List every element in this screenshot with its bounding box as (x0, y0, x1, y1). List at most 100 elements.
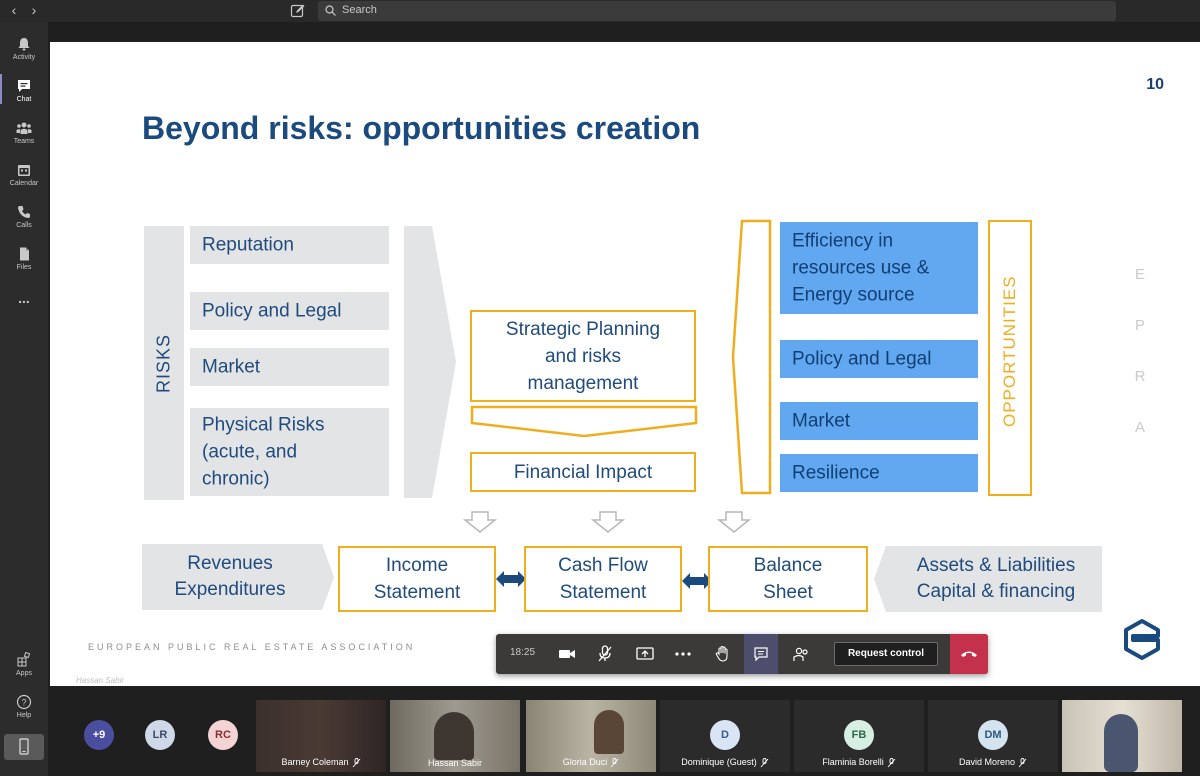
participant-tile-gloria[interactable]: Gloria Duci (526, 700, 656, 772)
rail-help[interactable]: ? Help (0, 694, 48, 719)
cash-line: Statement (559, 582, 647, 603)
participant-name: Barney Coleman (256, 757, 386, 768)
share-screen-icon (636, 647, 654, 660)
risk-physical-line: Physical Risks (202, 414, 325, 436)
risk-market: Market (190, 348, 389, 386)
participants-strip: +9 LR RC Barney Coleman Hassan Sabir Glo… (48, 696, 1200, 776)
svg-text:?: ? (21, 698, 26, 708)
assets-line: Assets & Liabilities (916, 555, 1076, 576)
rail-chat[interactable]: Chat (0, 74, 48, 104)
chat-button[interactable] (744, 634, 778, 674)
avatar[interactable]: RC (208, 720, 238, 750)
participants-button[interactable] (786, 634, 816, 674)
overflow-participants-button[interactable]: +9 (84, 720, 114, 750)
request-control-button[interactable]: Request control (834, 642, 938, 666)
participants-icon (793, 647, 808, 661)
balance-line: Sheet (763, 582, 813, 603)
participant-tile-flaminia[interactable]: FB Flaminia Borelli (794, 700, 924, 772)
risk-physical: Physical Risks (acute, and chronic) (190, 408, 389, 496)
participant-silhouette (1104, 714, 1138, 772)
search-icon (325, 5, 336, 16)
bell-icon (18, 38, 30, 51)
participant-tile-david[interactable]: DM David Moreno (928, 700, 1058, 772)
rail-chat-label: Chat (16, 96, 32, 103)
participant-silhouette (594, 710, 624, 754)
risk-physical-line: (acute, and (202, 441, 298, 463)
epra-letter: P (1134, 317, 1145, 334)
participant-name: Hassan Sabir (390, 758, 520, 768)
rail-files-label: Files (16, 264, 32, 271)
chat-icon (18, 80, 30, 92)
microphone-muted-icon (598, 645, 612, 662)
avatar: DM (978, 720, 1008, 750)
rail-calendar[interactable]: Calendar (0, 162, 48, 187)
opportunity-efficiency: Efficiency in resources use & Energy sou… (780, 222, 978, 314)
mobile-device-icon (19, 738, 29, 755)
rail-help-label: Help (16, 712, 32, 719)
teams-window: ‹ › Search Activity Chat Teams Calendar (0, 0, 1200, 776)
rail-calls-label: Calls (16, 222, 32, 229)
strategic-line: and risks (544, 345, 622, 367)
down-arrow-icon (590, 511, 626, 533)
participant-tile-dominique[interactable]: D Dominique (Guest) (660, 700, 790, 772)
opportunity-policy-legal-text: Policy and Legal (792, 348, 932, 370)
double-arrow-icon (496, 571, 526, 587)
phone-icon (18, 206, 30, 218)
risk-policy-legal: Policy and Legal (190, 292, 389, 330)
opportunities-arrow-shape (731, 219, 772, 495)
rail-apps[interactable]: Apps (0, 652, 48, 677)
participant-tile-hassan[interactable]: Hassan Sabir (390, 700, 520, 772)
strategic-planning-box: Strategic Planning and risks management (470, 310, 696, 402)
rail-files[interactable]: Files (0, 246, 48, 271)
opportunity-efficiency-line: Efficiency in (792, 230, 894, 252)
participant-tile-barney[interactable]: Barney Coleman (256, 700, 386, 772)
participant-name: David Moreno (928, 757, 1058, 768)
search-input[interactable]: Search (318, 1, 1116, 21)
down-arrow-icon (462, 511, 498, 533)
rail-teams[interactable]: Teams (0, 120, 48, 145)
epra-letter: A (1134, 419, 1145, 436)
share-screen-button[interactable] (630, 634, 660, 674)
microphone-button[interactable] (590, 634, 620, 674)
epra-letter: E (1134, 266, 1145, 283)
participant-name-text: David Moreno (958, 757, 1016, 768)
participant-name: Dominique (Guest) (660, 757, 790, 768)
cash-line: Cash Flow (558, 555, 648, 576)
more-actions-button[interactable] (668, 634, 698, 674)
camera-button[interactable] (552, 634, 582, 674)
rail-apps-label: Apps (16, 670, 32, 677)
rail-activity[interactable]: Activity (0, 36, 48, 61)
revenues-line: Revenues (187, 553, 273, 574)
income-line: Income (385, 555, 449, 576)
forward-arrow-icon[interactable]: › (27, 2, 41, 18)
risks-label: RISKS (153, 333, 174, 394)
assets-line: Capital & financing (916, 581, 1076, 602)
mic-off-icon (610, 758, 619, 768)
back-arrow-icon[interactable]: ‹ (7, 2, 21, 18)
revenues-expenditures: Revenues Expenditures (142, 544, 318, 610)
mic-off-icon (760, 758, 769, 768)
income-line: Statement (373, 582, 461, 603)
participant-name-text: Gloria Duci (562, 757, 608, 768)
rail-teams-label: Teams (13, 138, 35, 145)
meeting-timer: 18:25 (510, 647, 536, 658)
slide-title: Beyond risks: opportunities creation (142, 110, 701, 146)
hang-up-icon (961, 651, 977, 657)
self-view-tile[interactable] (1062, 700, 1182, 772)
chat-icon (754, 647, 768, 662)
cash-flow-statement-box: Cash Flow Statement (524, 546, 682, 612)
hang-up-button[interactable] (950, 634, 988, 674)
rail-more-button[interactable]: ... (0, 290, 48, 306)
avatar[interactable]: LR (145, 720, 175, 750)
down-arrow-icon (716, 511, 752, 533)
rail-calls[interactable]: Calls (0, 204, 48, 229)
epra-letter: R (1134, 368, 1146, 385)
opportunity-efficiency-line: resources use & (792, 257, 930, 279)
device-settings-button[interactable] (4, 734, 44, 760)
raise-hand-button[interactable] (708, 634, 738, 674)
slide-number: 10 (1146, 76, 1164, 93)
compose-icon[interactable] (290, 3, 306, 19)
more-icon: ... (18, 290, 30, 306)
participant-name-text: Barney Coleman (281, 757, 349, 768)
balance-sheet-box: Balance Sheet (708, 546, 868, 612)
